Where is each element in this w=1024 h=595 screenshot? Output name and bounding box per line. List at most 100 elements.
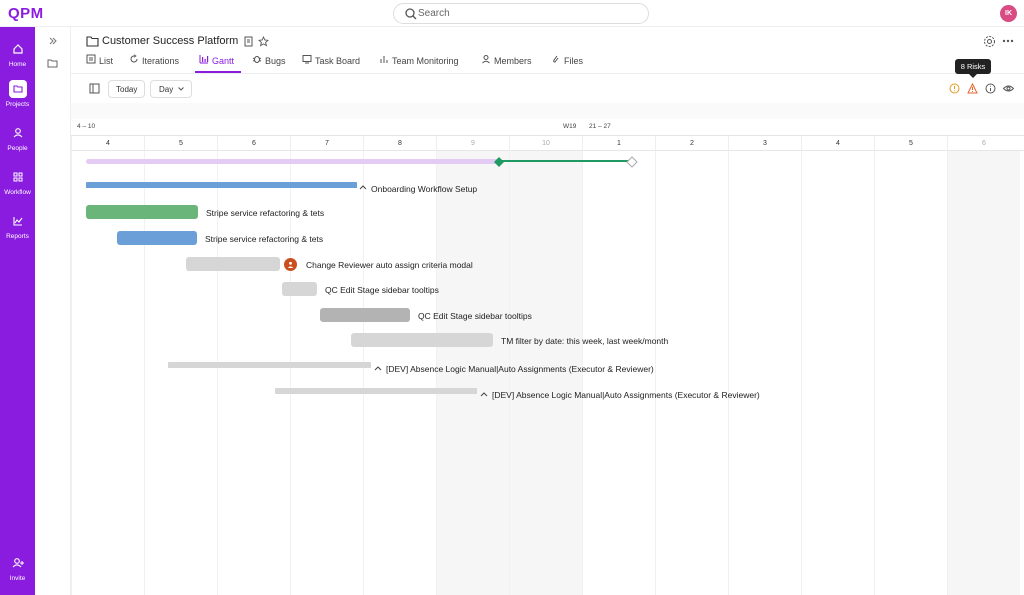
clock-warning-icon[interactable]	[949, 83, 960, 94]
person-icon	[13, 128, 22, 138]
today-button[interactable]: Today	[108, 80, 145, 98]
risk-warning-icon[interactable]	[967, 83, 978, 94]
iterations-icon	[130, 54, 138, 63]
nav-reports[interactable]: Reports	[0, 212, 35, 240]
folder-icon	[86, 36, 99, 47]
nav-workflow[interactable]: Workflow	[0, 168, 35, 196]
nav-workflow-label: Workflow	[4, 189, 31, 196]
gantt-icon	[199, 55, 209, 64]
workflow-icon	[13, 172, 22, 182]
day-column	[655, 151, 728, 595]
week-label: 4 – 10	[77, 123, 96, 130]
nav-people[interactable]: People	[0, 124, 35, 152]
nav-reports-label: Reports	[6, 233, 29, 240]
milestone-diamond-icon[interactable]	[493, 156, 505, 168]
user-avatar[interactable]: IK	[1000, 5, 1017, 22]
milestone-link	[499, 160, 631, 162]
task-bar[interactable]	[168, 362, 371, 368]
document-icon[interactable]	[244, 36, 253, 47]
chevron-up-icon[interactable]	[359, 184, 367, 190]
tab-files-label: Files	[564, 56, 584, 66]
more-icon[interactable]	[1002, 39, 1014, 43]
day-cell: 2	[655, 136, 728, 151]
app-logo[interactable]: QPM	[8, 5, 44, 22]
invite-icon	[12, 558, 24, 568]
gantt-spacer	[71, 103, 1024, 119]
tab-iterations-label: Iterations	[142, 56, 180, 66]
task-label: Onboarding Workflow Setup	[371, 184, 478, 194]
scale-select[interactable]: Day	[150, 80, 192, 98]
tab-members-label: Members	[494, 56, 532, 66]
project-title: Customer Success Platform	[102, 35, 239, 47]
search-icon	[405, 8, 417, 20]
sidebar-toggle-icon[interactable]	[89, 83, 100, 94]
task-bar[interactable]	[186, 257, 280, 271]
day-cell: 8	[363, 136, 436, 151]
tab-bugs-label: Bugs	[265, 56, 286, 66]
week-header: 4 – 10 W19 21 – 27	[71, 119, 1024, 135]
star-icon[interactable]	[258, 36, 269, 47]
day-cell: 6	[217, 136, 290, 151]
gantt-chart: 4 – 10 W19 21 – 27 4 5 6 7 8 9 10 1 2 3 4 5 6 Onboar…	[71, 103, 1024, 595]
members-icon	[482, 55, 490, 64]
settings-icon[interactable]	[983, 35, 996, 48]
chevron-up-icon[interactable]	[480, 391, 488, 397]
divider	[71, 73, 1024, 74]
tab-list-label: List	[99, 56, 114, 66]
nav-projects[interactable]: Projects	[0, 80, 35, 108]
files-icon	[553, 55, 559, 63]
day-cell: 5	[874, 136, 947, 151]
day-cell: 4	[801, 136, 874, 151]
search-placeholder: Search	[418, 8, 450, 19]
nav-people-label: People	[7, 145, 28, 152]
folder-icon	[8, 80, 27, 98]
expand-icon[interactable]	[48, 36, 58, 46]
task-bar[interactable]	[117, 231, 197, 245]
task-bar[interactable]	[320, 308, 410, 322]
day-cell: 1	[582, 136, 655, 151]
person-icon	[287, 261, 294, 268]
folder-icon[interactable]	[47, 58, 58, 68]
tab-task-board-label: Task Board	[315, 56, 361, 66]
task-bar[interactable]	[86, 205, 198, 219]
tab-team-monitoring-label: Team Monitoring	[392, 56, 459, 66]
top-bar: QPM Search IK	[0, 0, 1024, 27]
task-label: TM filter by date: this week, last week/…	[501, 336, 669, 346]
assignee-avatar[interactable]	[284, 258, 297, 271]
week-number-label: W19	[563, 123, 577, 130]
task-bar[interactable]	[86, 182, 357, 188]
task-label: Change Reviewer auto assign criteria mod…	[306, 260, 473, 270]
monitoring-icon	[380, 56, 388, 63]
search-box[interactable]: Search	[393, 3, 649, 24]
day-columns	[71, 103, 1024, 595]
task-label: QC Edit Stage sidebar tooltips	[325, 285, 439, 295]
day-header: 4 5 6 7 8 9 10 1 2 3 4 5 6	[71, 135, 1024, 151]
day-cell: 5	[144, 136, 217, 151]
task-bar[interactable]	[275, 388, 477, 394]
milestone-diamond-outline-icon[interactable]	[626, 156, 638, 168]
day-cell: 6	[947, 136, 1020, 151]
task-bar[interactable]	[282, 282, 317, 296]
day-cell: 4	[71, 136, 144, 151]
eye-icon[interactable]	[1003, 83, 1014, 94]
info-icon[interactable]	[985, 83, 996, 94]
nav-home-label: Home	[8, 61, 27, 68]
list-icon	[86, 54, 96, 64]
nav-invite-label: Invite	[9, 575, 26, 582]
nav-invite[interactable]: Invite	[0, 554, 35, 582]
day-cell: 3	[728, 136, 801, 151]
bug-icon	[252, 56, 262, 63]
day-column	[728, 151, 801, 595]
day-cell: 10	[509, 136, 582, 151]
chevron-up-icon[interactable]	[374, 365, 382, 371]
tab-gantt-label: Gantt	[212, 56, 235, 66]
nav-projects-label: Projects	[5, 101, 30, 108]
project-progress-bar	[86, 159, 499, 164]
day-cell: 7	[290, 136, 363, 151]
secondary-sidebar	[35, 27, 71, 595]
today-label: Today	[116, 85, 138, 94]
day-column	[874, 151, 947, 595]
task-bar[interactable]	[351, 333, 493, 347]
day-column	[801, 151, 874, 595]
nav-home[interactable]: Home	[0, 40, 35, 68]
